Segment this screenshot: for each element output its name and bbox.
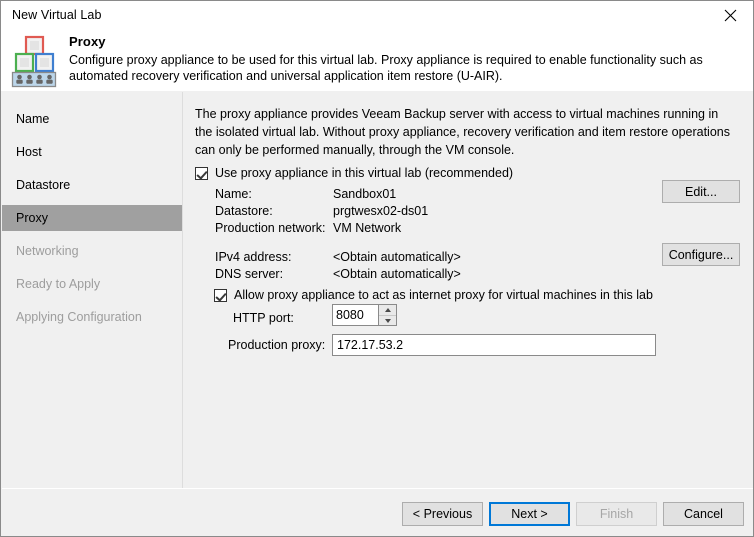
http-port-label: HTTP port: (233, 311, 294, 325)
appliance-datastore-value: prgtwesx02-ds01 (333, 204, 429, 218)
production-network-value: VM Network (333, 221, 402, 235)
sidebar-item-applying-configuration[interactable]: Applying Configuration (2, 304, 183, 330)
close-icon[interactable] (707, 1, 753, 30)
production-network-label: Production network: (215, 221, 326, 235)
dialog-window: New Virtual Lab Proxy Configure proxy ap… (0, 0, 754, 537)
page-description: Configure proxy appliance to be used for… (69, 53, 703, 83)
sidebar-item-label: Networking (16, 244, 79, 258)
appliance-name-label: Name: (215, 187, 252, 201)
sidebar-item-ready-to-apply[interactable]: Ready to Apply (2, 271, 183, 297)
http-port-stepper[interactable] (332, 304, 397, 326)
configure-button[interactable]: Configure... (662, 243, 740, 266)
production-proxy-label: Production proxy: (228, 338, 326, 352)
sidebar-item-label: Host (16, 145, 42, 159)
checkbox-icon[interactable] (214, 289, 227, 302)
main-content: The proxy appliance provides Veeam Backu… (183, 92, 753, 488)
checkbox-icon[interactable] (195, 167, 208, 180)
sidebar-item-label: Applying Configuration (16, 310, 142, 324)
use-proxy-appliance-label: Use proxy appliance in this virtual lab … (215, 166, 514, 180)
virtual-lab-icon (11, 34, 59, 88)
internet-proxy-label: Allow proxy appliance to act as internet… (234, 288, 653, 302)
wizard-step-list: Name Host Datastore Proxy Networking Rea… (2, 92, 183, 488)
sidebar-item-datastore[interactable]: Datastore (2, 172, 183, 198)
production-proxy-input[interactable] (332, 334, 656, 356)
cancel-button[interactable]: Cancel (663, 502, 744, 526)
sidebar-item-name[interactable]: Name (2, 106, 183, 132)
sidebar-item-proxy[interactable]: Proxy (2, 205, 183, 231)
page-title: Proxy (69, 34, 106, 49)
dns-server-label: DNS server: (215, 267, 284, 281)
use-proxy-appliance-checkbox-row[interactable]: Use proxy appliance in this virtual lab … (195, 166, 513, 180)
dns-server-value: <Obtain automatically> (333, 267, 461, 281)
sidebar-item-host[interactable]: Host (2, 139, 183, 165)
spin-up-icon[interactable] (379, 305, 396, 315)
title-bar: New Virtual Lab (1, 1, 753, 31)
sidebar-item-label: Ready to Apply (16, 277, 101, 291)
sidebar-item-networking[interactable]: Networking (2, 238, 183, 264)
ipv4-address-label: IPv4 address: (215, 250, 292, 264)
dialog-footer: < Previous Next > Finish Cancel (2, 489, 753, 536)
sidebar-item-label: Name (16, 112, 50, 126)
dialog-header: Proxy Configure proxy appliance to be us… (1, 31, 753, 91)
previous-button[interactable]: < Previous (402, 502, 483, 526)
appliance-name-value: Sandbox01 (333, 187, 397, 201)
next-button[interactable]: Next > (489, 502, 570, 526)
spin-down-icon[interactable] (379, 315, 396, 325)
intro-text: The proxy appliance provides Veeam Backu… (195, 107, 730, 157)
http-port-spin-buttons[interactable] (378, 305, 396, 325)
edit-button[interactable]: Edit... (662, 180, 740, 203)
finish-button: Finish (576, 502, 657, 526)
ipv4-address-value: <Obtain automatically> (333, 250, 461, 264)
appliance-datastore-label: Datastore: (215, 204, 273, 218)
http-port-input[interactable] (333, 305, 378, 325)
sidebar-item-label: Proxy (16, 211, 48, 225)
window-title: New Virtual Lab (12, 8, 102, 22)
sidebar-item-label: Datastore (16, 178, 71, 192)
internet-proxy-checkbox-row[interactable]: Allow proxy appliance to act as internet… (214, 288, 653, 302)
